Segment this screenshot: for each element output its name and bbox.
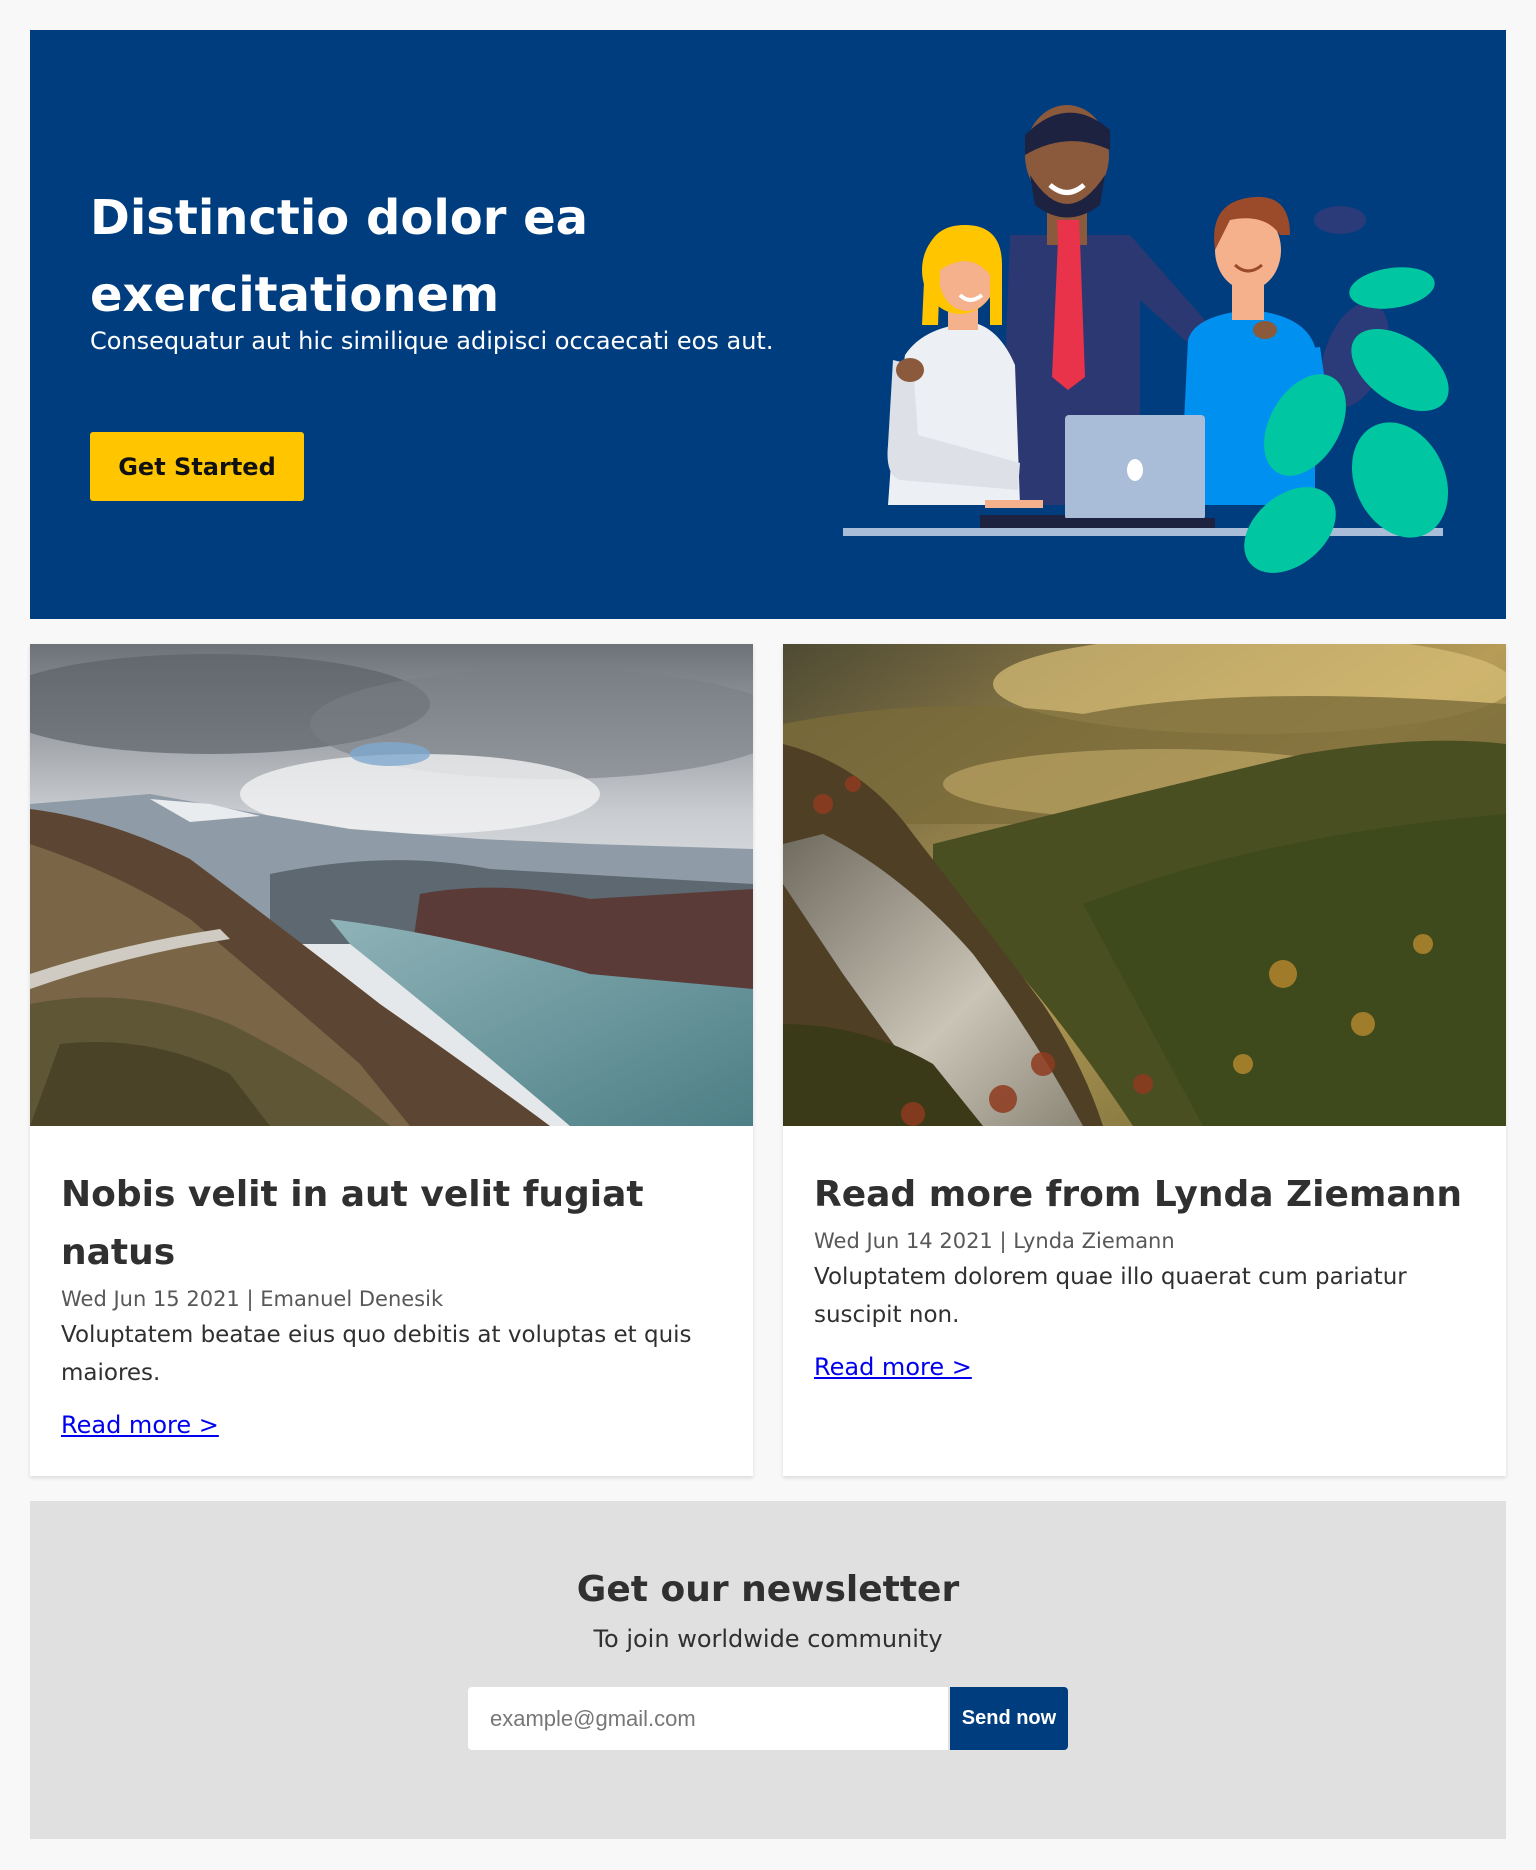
post-excerpt: Voluptatem beatae eius quo debitis at vo… [61, 1322, 692, 1386]
post-meta: Wed Jun 15 2021 | Emanuel Denesik [61, 1287, 444, 1311]
post-title: Read more from Lynda Ziemann [814, 1174, 1462, 1215]
post-image[interactable] [783, 644, 1506, 1126]
newsletter-title: Get our newsletter [576, 1569, 960, 1610]
hero-banner: Distinctio dolor ea exercitationem Conse… [30, 30, 1506, 619]
post-excerpt: Voluptatem dolorem quae illo quaerat cum… [814, 1264, 1407, 1328]
post-meta: Wed Jun 14 2021 | Lynda Ziemann [814, 1229, 1175, 1253]
post-title: Nobis velit in aut velit fugiat natus [61, 1174, 644, 1273]
newsletter-subtitle: To join worldwide community [593, 1625, 943, 1653]
send-now-button[interactable]: Send now [950, 1687, 1068, 1750]
post-card[interactable]: Nobis velit in aut velit fugiat natus We… [30, 644, 753, 1476]
post-card[interactable]: Read more from Lynda Ziemann Wed Jun 14 … [783, 644, 1506, 1476]
post-image[interactable] [30, 644, 753, 1126]
read-more-link[interactable]: Read more > [814, 1350, 972, 1384]
newsletter-section: Get our newsletter To join worldwide com… [30, 1501, 1506, 1839]
hero-subtitle: Consequatur aut hic similique adipisci o… [90, 327, 774, 355]
read-more-link[interactable]: Read more > [61, 1408, 219, 1442]
team-illustration [843, 105, 1449, 573]
get-started-button[interactable]: Get Started [90, 432, 304, 501]
email-field[interactable] [468, 1687, 948, 1750]
hero-title: Distinctio dolor ea exercitationem [90, 190, 589, 323]
